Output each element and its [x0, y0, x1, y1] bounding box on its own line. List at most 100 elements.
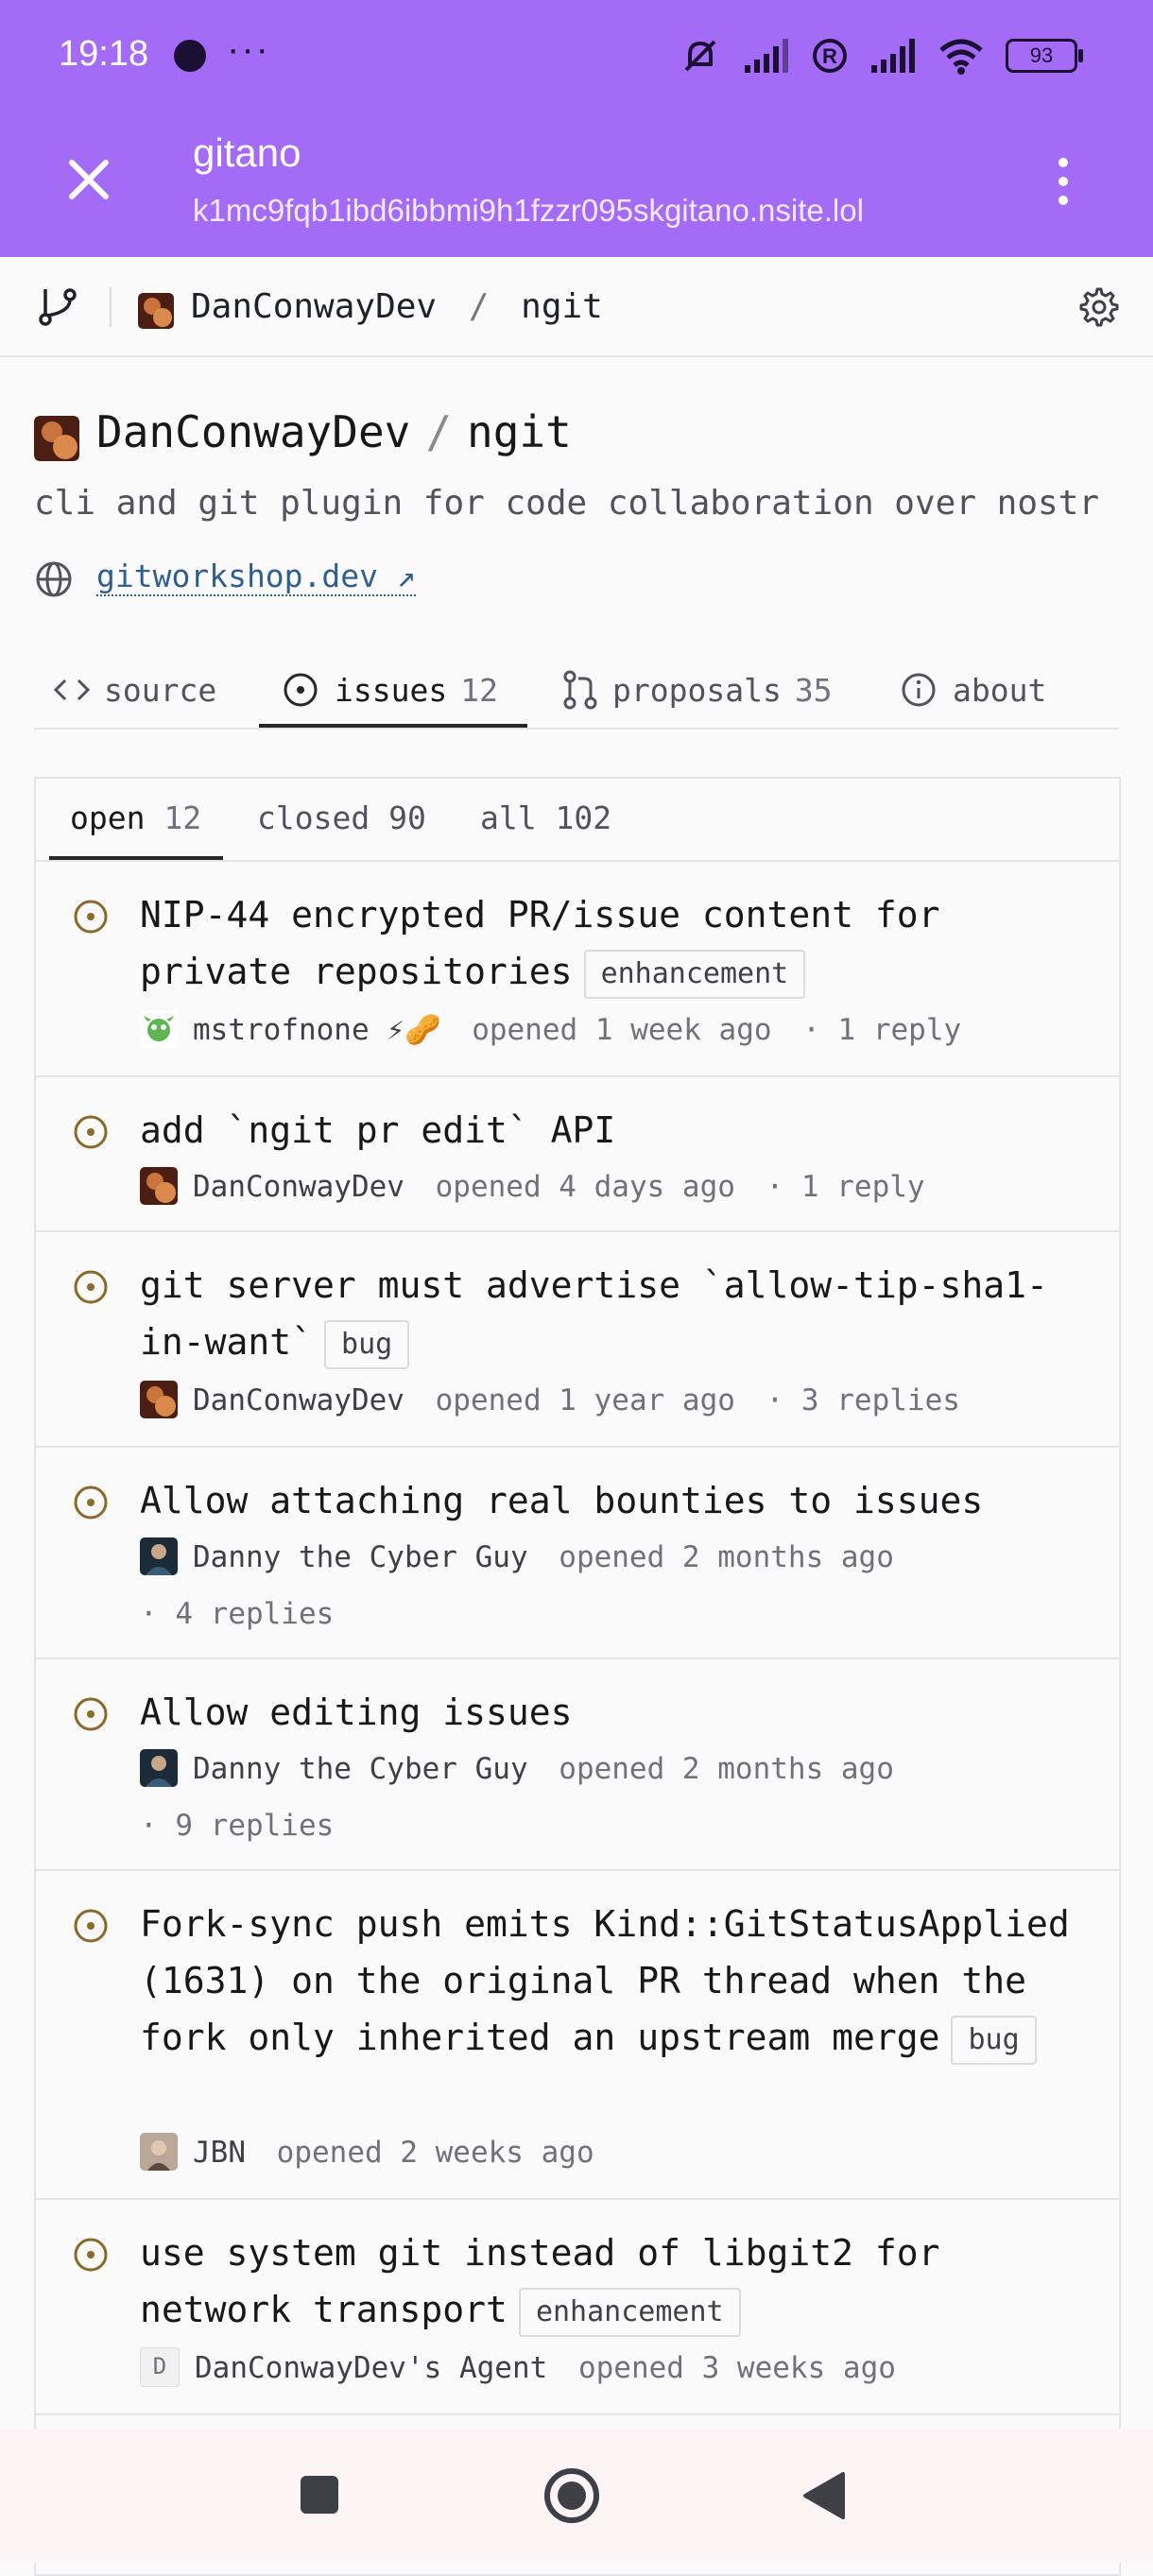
mute-icon [684, 40, 716, 72]
signal-icon-2 [871, 39, 915, 73]
issue-author[interactable]: DanConwayDev [193, 1170, 404, 1204]
tab-issues-label: issues [335, 671, 448, 709]
issue-title-text[interactable]: Allow editing issues [140, 1692, 573, 1733]
filter-closed[interactable]: closed 90 [257, 799, 426, 836]
repo-tabs: source issues 12 proposals 35 about [34, 652, 1119, 730]
issue-open-icon [74, 2238, 108, 2272]
issue-meta: D DanConwayDev's Agent opened 3 weeks ago [140, 2340, 1094, 2396]
issue-row[interactable]: NIP-44 encrypted PR/issue content for pr… [36, 862, 1119, 1077]
issue-author[interactable]: JBN [193, 2136, 246, 2170]
issue-opened: opened 4 days ago [435, 1170, 735, 1204]
issue-label: enhancement [518, 2287, 741, 2337]
breadcrumb-repo[interactable]: ngit [521, 287, 603, 326]
square-icon[interactable] [299, 2474, 340, 2516]
issue-author[interactable]: Danny the Cyber Guy [193, 1540, 528, 1574]
issue-open-icon [74, 900, 108, 934]
issue-row[interactable]: Allow attaching real bounties to issues … [36, 1448, 1119, 1659]
header-divider [110, 287, 112, 327]
active-filter-indicator [49, 856, 223, 860]
code-icon [53, 678, 91, 701]
issue-row[interactable]: use system git instead of libgit2 for ne… [36, 2200, 1119, 2415]
issue-open-icon [74, 1697, 108, 1731]
wifi-icon [939, 39, 983, 75]
tab-issues[interactable]: issues 12 [282, 661, 498, 718]
repo-website-link[interactable]: gitworkshop.dev ↗ [96, 558, 416, 596]
page-title: gitano [193, 130, 301, 175]
issue-meta: DanConwayDev opened 4 days ago · 1 reply [140, 1159, 1094, 1215]
issue-title-text[interactable]: add `ngit pr edit` API [140, 1109, 615, 1151]
issue-title[interactable]: Fork-sync push emits Kind::GitStatusAppl… [140, 1896, 1094, 2066]
issue-opened: opened 2 months ago [559, 1540, 894, 1574]
issue-title[interactable]: use system git instead of libgit2 for ne… [140, 2224, 1094, 2338]
issue-meta: DanConwayDev opened 1 year ago · 3 repli… [140, 1372, 1094, 1429]
author-avatar [140, 1748, 178, 1787]
issue-title-text[interactable]: Fork-sync push emits Kind::GitStatusAppl… [140, 1903, 1070, 2058]
breadcrumb-owner[interactable]: DanConwayDev [191, 287, 437, 326]
issue-label: bug [951, 2015, 1037, 2065]
issue-title[interactable]: Allow attaching real bounties to issues [140, 1472, 1094, 1529]
app-header: DanConwayDev / ngit [0, 257, 1153, 357]
issue-author[interactable]: DanConwayDev's Agent [195, 2351, 547, 2385]
filter-open[interactable]: open 12 [70, 799, 201, 836]
page-url: k1mc9fqb1ibd6ibbmi9h1fzzr095skgitano.nsi… [193, 193, 864, 228]
pull-request-icon [563, 670, 597, 710]
registered-icon: R [813, 39, 847, 73]
tab-issues-count: 12 [460, 671, 498, 709]
issue-title[interactable]: NIP-44 encrypted PR/issue content for pr… [140, 886, 1094, 1000]
author-avatar [140, 1009, 178, 1048]
circle-icon[interactable] [542, 2466, 601, 2525]
issue-title[interactable]: Allow editing issues [140, 1684, 1094, 1741]
breadcrumb[interactable]: DanConwayDev / ngit [191, 287, 603, 326]
filter-all[interactable]: all 102 [480, 799, 611, 836]
issue-opened: opened 3 weeks ago [577, 2351, 896, 2385]
issue-opened: opened 1 year ago [435, 1383, 735, 1417]
issue-replies: · 9 replies [140, 1809, 335, 1843]
issue-author[interactable]: DanConwayDev [193, 1383, 404, 1417]
filter-all-count: 102 [555, 799, 612, 836]
breadcrumb-separator: / [468, 287, 490, 326]
issue-title[interactable]: git server must advertise `allow-tip-sha… [140, 1257, 1094, 1370]
issue-row[interactable]: Allow editing issues Danny the Cyber Guy… [36, 1659, 1119, 1871]
issue-title-text[interactable]: git server must advertise `allow-tip-sha… [140, 1264, 1048, 1363]
issue-replies: · 4 replies [140, 1597, 335, 1631]
tab-proposals[interactable]: proposals 35 [561, 661, 833, 718]
issue-meta: mstrofnone ⚡🥜 opened 1 week ago · 1 repl… [140, 1002, 1094, 1058]
issue-row[interactable]: Fork-sync push emits Kind::GitStatusAppl… [36, 1871, 1119, 2200]
issue-opened: opened 1 week ago [472, 1013, 772, 1047]
filter-closed-count: 90 [388, 799, 426, 836]
close-icon[interactable] [60, 151, 117, 208]
more-vert-icon[interactable] [1049, 153, 1077, 210]
issue-title-text[interactable]: Allow attaching real bounties to issues [140, 1480, 983, 1521]
issue-label: bug [324, 1319, 410, 1369]
issue-row[interactable]: add `ngit pr edit` API DanConwayDev open… [36, 1077, 1119, 1232]
author-avatar: D [140, 2346, 180, 2387]
notification-icon [174, 40, 206, 72]
repo-owner-name[interactable]: DanConwayDev [96, 406, 410, 457]
repo-link-text[interactable]: gitworkshop.dev [96, 558, 378, 594]
status-time: 19:18 [59, 34, 149, 74]
tab-proposals-count: 35 [794, 671, 833, 709]
issue-title[interactable]: add `ngit pr edit` API [140, 1102, 1094, 1159]
issue-replies: · 1 reply [766, 1170, 925, 1204]
issue-author[interactable]: mstrofnone ⚡🥜 [193, 1013, 441, 1047]
gear-icon[interactable] [1079, 287, 1119, 327]
status-icons: R 93 [679, 34, 1083, 77]
triangle-back-icon[interactable] [801, 2470, 847, 2521]
repo-owner-avatar [34, 416, 79, 461]
issue-title-text[interactable]: NIP-44 encrypted PR/issue content for pr… [140, 894, 939, 992]
author-avatar [140, 1380, 178, 1418]
issue-open-icon [74, 1270, 108, 1304]
issue-author[interactable]: Danny the Cyber Guy [193, 1752, 528, 1786]
tab-source[interactable]: source [53, 661, 216, 718]
issue-meta: Danny the Cyber Guy opened 2 months ago … [140, 1529, 1094, 1642]
globe-icon [36, 561, 72, 597]
issue-row[interactable]: git server must advertise `allow-tip-sha… [36, 1232, 1119, 1448]
git-branch-icon[interactable] [36, 285, 79, 329]
tab-about[interactable]: about [900, 661, 1046, 718]
repo-title-separator: / [425, 406, 453, 457]
issue-open-icon [74, 1909, 108, 1943]
owner-avatar [138, 293, 174, 329]
active-tab-indicator [259, 724, 527, 728]
external-link-icon: ↗ [396, 558, 416, 594]
issue-replies: · 1 reply [802, 1013, 962, 1047]
